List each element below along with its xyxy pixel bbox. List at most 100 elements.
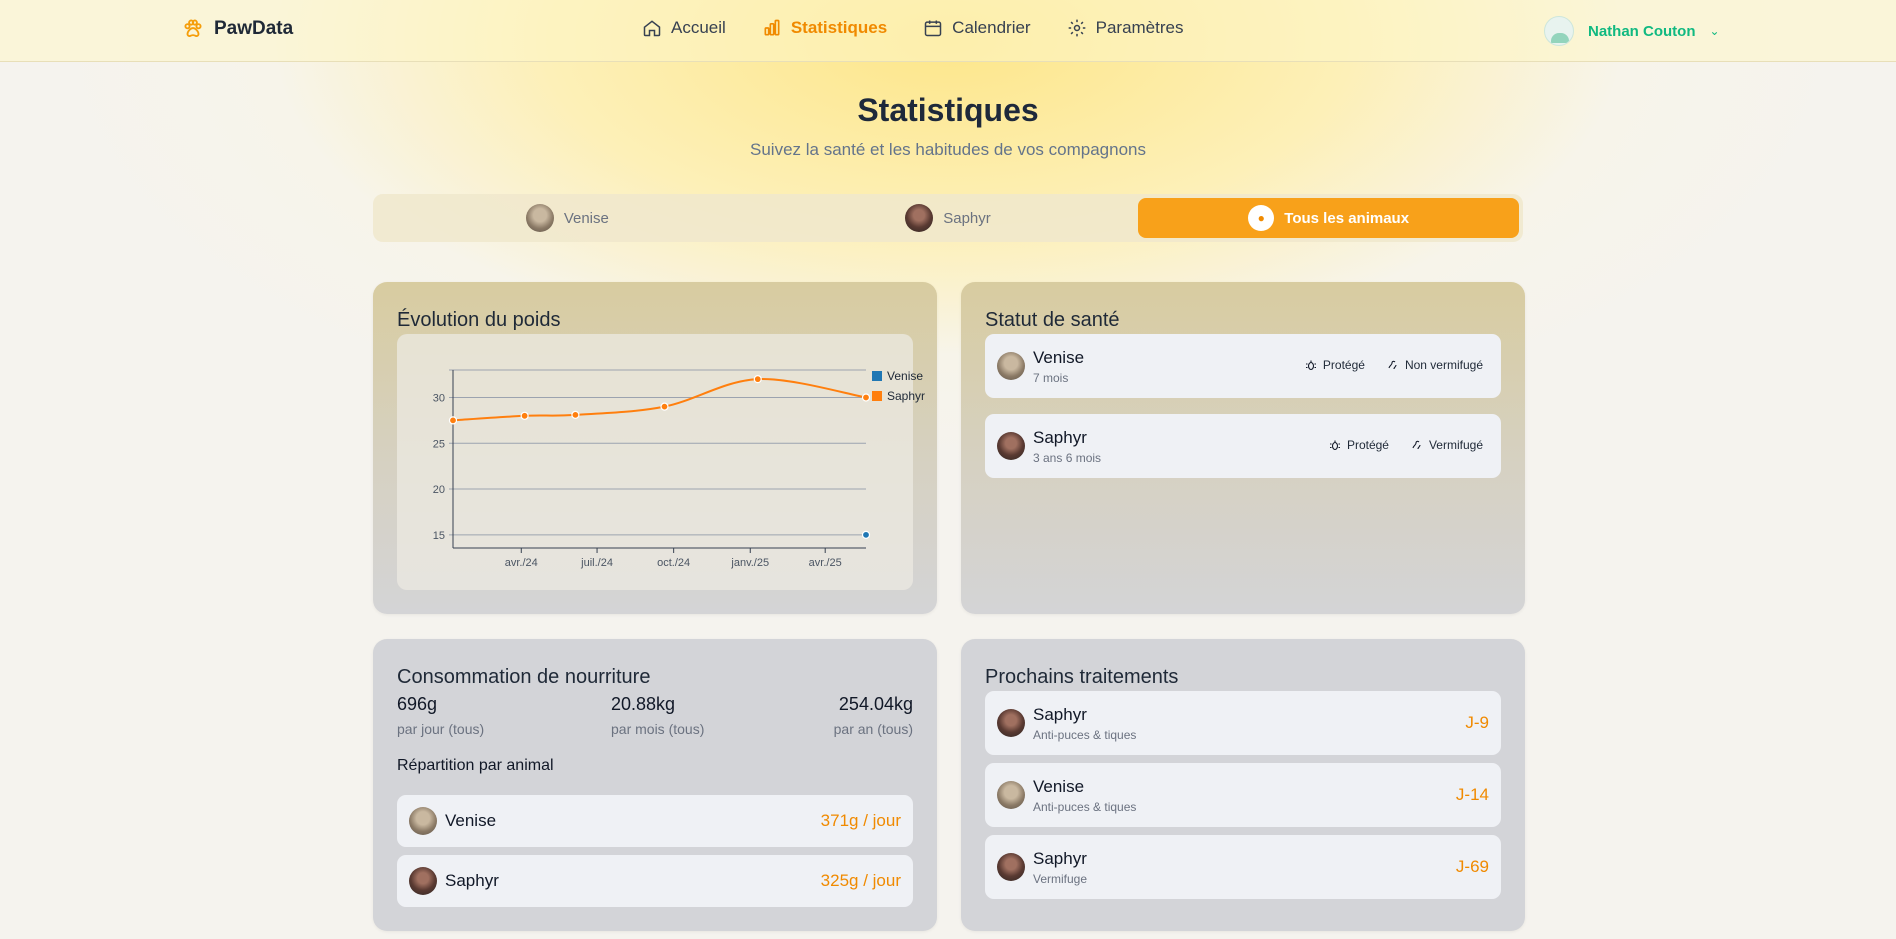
pet-avatar — [997, 432, 1025, 460]
data-point-saphyr — [861, 393, 871, 402]
top-navbar: PawData Accueil Statistiques Calendrier … — [0, 0, 1896, 62]
treatment-row[interactable]: Saphyr Anti-puces & tiques J-9 — [985, 691, 1501, 755]
treatment-row[interactable]: Saphyr Vermifuge J-69 — [985, 835, 1501, 899]
y-tick-label: 30 — [433, 392, 445, 404]
data-point-venise — [861, 530, 871, 539]
tab-all-animals[interactable]: ● Tous les animaux — [1138, 198, 1520, 238]
bug-icon — [1305, 360, 1316, 371]
stat-yearly: 254.04kg par an (tous) — [834, 694, 913, 737]
treatments-card: Prochains traitements Saphyr Anti-puces … — [961, 639, 1525, 931]
pet-name: Venise — [445, 811, 497, 830]
home-icon — [643, 20, 661, 37]
pet-name: Venise — [1033, 348, 1085, 367]
weight-chart: 15 20 25 30 avr./24 juil./24 oct./24 janv./25 av… — [397, 334, 925, 590]
nav-label: Calendrier — [952, 18, 1031, 37]
card-title: Prochains traitements — [985, 666, 1179, 688]
legend-label: Venise — [887, 369, 923, 383]
nav-statistiques[interactable]: Statistiques — [762, 18, 887, 38]
treatment-row[interactable]: Venise Anti-puces & tiques J-14 — [985, 763, 1501, 827]
x-tick-label: avr./24 — [505, 557, 538, 569]
data-point-saphyr — [660, 402, 669, 411]
brand-logo[interactable]: PawData — [182, 18, 293, 40]
food-card: Consommation de nourriture 696g par jour… — [373, 639, 937, 931]
weight-card: Évolution du poids 15 20 25 30 avr./24 juil./… — [373, 282, 937, 614]
stat-daily: 696g par jour (tous) — [397, 694, 484, 737]
badge-label: Vermifugé — [1428, 438, 1483, 452]
treatment-type: Anti-puces & tiques — [1033, 728, 1137, 742]
pet-avatar — [997, 853, 1025, 881]
status-badge: Vermifugé — [1411, 438, 1483, 452]
treatment-due: J-14 — [1455, 785, 1489, 804]
stat-monthly: 20.88kg par mois (tous) — [611, 694, 704, 737]
series-line-saphyr — [452, 378, 867, 422]
pet-avatar — [997, 709, 1025, 737]
food-amount: 325g / jour — [820, 871, 901, 890]
stat-label: par an (tous) — [833, 721, 913, 737]
legend-label: Saphyr — [887, 389, 925, 403]
nav-parametres[interactable]: Paramètres — [1067, 18, 1183, 38]
paw-icon — [184, 19, 202, 37]
x-tick-label: juil./24 — [580, 557, 613, 569]
pet-name: Venise — [1033, 777, 1085, 796]
pet-avatar — [997, 352, 1025, 380]
treatment-type: Vermifuge — [1033, 872, 1088, 886]
tab-venise[interactable]: Venise — [377, 198, 758, 238]
legend-swatch — [872, 371, 882, 381]
pet-name: Saphyr — [445, 871, 499, 890]
gear-icon — [1068, 19, 1085, 37]
data-point-saphyr — [448, 416, 458, 425]
brand-name: PawData — [214, 18, 294, 39]
x-tick-label: oct./24 — [657, 557, 690, 569]
pet-name: Saphyr — [1033, 705, 1087, 724]
worm-icon — [1388, 360, 1397, 370]
data-point-saphyr — [753, 375, 762, 384]
avatar — [1544, 16, 1574, 46]
pet-name: Saphyr — [1033, 849, 1087, 868]
badge-label: Protégé — [1322, 358, 1365, 372]
treatment-due: J-9 — [1465, 713, 1489, 732]
weight-chart-svg: 15 20 25 30 avr./24 juil./24 oct./24 janv./25 av… — [433, 369, 925, 569]
pet-age: 3 ans 6 mois — [1033, 451, 1102, 465]
bug-icon — [1329, 440, 1340, 451]
card-title: Statut de santé — [985, 309, 1120, 331]
y-tick-label: 15 — [433, 530, 445, 542]
x-tick-label: janv./25 — [730, 557, 769, 569]
stat-value: 254.04kg — [838, 694, 913, 714]
stat-label: par jour (tous) — [397, 721, 485, 737]
stat-label: par mois (tous) — [611, 721, 705, 737]
status-badge: Non vermifugé — [1387, 358, 1483, 372]
treatment-due: J-69 — [1455, 857, 1489, 876]
calendar-icon — [924, 20, 942, 37]
food-row[interactable]: Saphyr 325g / jour — [397, 855, 913, 907]
tab-saphyr[interactable]: Saphyr — [758, 198, 1139, 238]
food-row[interactable]: Venise 371g / jour — [397, 795, 913, 847]
worm-icon — [1412, 440, 1421, 450]
health-item[interactable]: Venise 7 mois Protégé Non vermifugé — [985, 334, 1501, 398]
nav-accueil[interactable]: Accueil — [642, 18, 726, 38]
page-subtitle: Suivez la santé et les habitudes de vos … — [750, 140, 1146, 159]
pet-name: Saphyr — [1033, 428, 1087, 447]
breakdown-title: Répartition par animal — [397, 757, 554, 774]
status-badge: Protégé — [1305, 358, 1365, 372]
pet-avatar — [409, 807, 437, 835]
bar-chart-icon — [764, 19, 780, 36]
treatment-type: Anti-puces & tiques — [1033, 800, 1137, 814]
health-badges: Protégé Vermifugé — [1329, 438, 1483, 452]
health-item[interactable]: Saphyr 3 ans 6 mois Protégé Vermifugé — [985, 414, 1501, 478]
food-amount: 371g / jour — [820, 811, 901, 830]
card-title: Consommation de nourriture — [397, 666, 651, 688]
nav-label: Statistiques — [790, 18, 888, 37]
data-point-saphyr — [520, 411, 529, 420]
user-menu[interactable]: Nathan Couton ⌄ — [1544, 16, 1720, 46]
nav-calendrier[interactable]: Calendrier — [923, 18, 1031, 38]
pet-filter-tabs: Venise Saphyr ● Tous les animaux — [373, 194, 1523, 242]
pet-avatar — [409, 867, 437, 895]
health-card: Statut de santé Venise 7 mois Protégé No… — [961, 282, 1525, 614]
badge-label: Non vermifugé — [1404, 358, 1483, 372]
page-title: Statistiques — [857, 92, 1039, 128]
y-tick-label: 20 — [433, 484, 445, 496]
x-tick-label: avr./25 — [809, 557, 842, 569]
tab-label: Tous les animaux — [1284, 209, 1410, 227]
main-nav: Accueil Statistiques Calendrier Paramètr… — [642, 18, 1183, 38]
stat-value: 696g — [397, 694, 438, 714]
